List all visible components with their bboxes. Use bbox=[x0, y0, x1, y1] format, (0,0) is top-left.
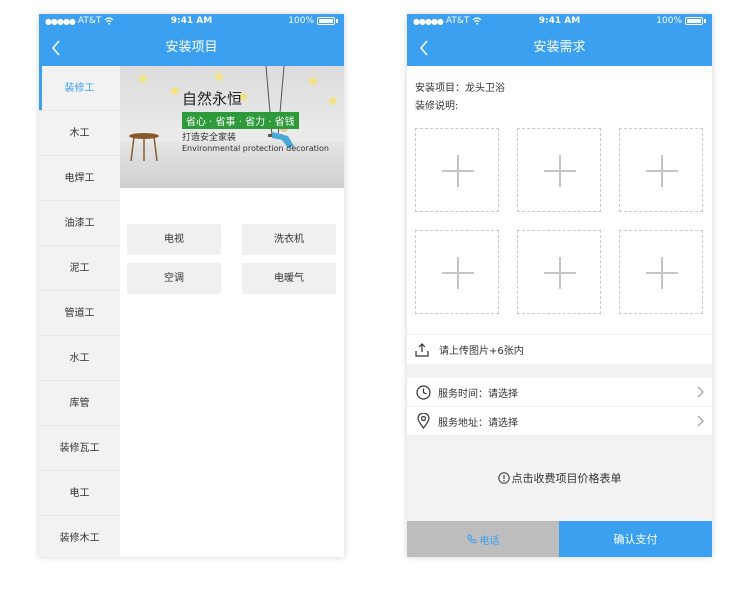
photo-slot[interactable] bbox=[517, 230, 601, 314]
swinging-man-illustration bbox=[265, 66, 294, 148]
page-title: 安装项目 bbox=[165, 40, 218, 55]
service-address-label: 服务地址：请选择 bbox=[438, 417, 518, 429]
chevron-right-icon bbox=[697, 415, 704, 427]
service-time-label: 服务时间：请选择 bbox=[438, 388, 518, 400]
clock-icon bbox=[415, 384, 431, 400]
sidebar-item[interactable]: 木工 bbox=[39, 111, 120, 156]
banner-tagline: 省心 · 省事 · 省力 · 省钱 bbox=[182, 112, 299, 129]
bulb-icon bbox=[172, 88, 178, 94]
sidebar-item[interactable]: 装修瓦工 bbox=[39, 426, 120, 471]
phone-icon bbox=[467, 534, 476, 544]
plus-icon bbox=[544, 155, 576, 187]
phone-button[interactable]: 电话 bbox=[407, 521, 559, 557]
photo-slot[interactable] bbox=[415, 128, 499, 212]
banner-title: 自然永恒 bbox=[182, 90, 243, 108]
sidebar-item[interactable]: 管道工 bbox=[39, 291, 120, 336]
phone-button-label: 电话 bbox=[479, 535, 500, 547]
photo-slot[interactable] bbox=[619, 128, 703, 212]
sidebar-item[interactable]: 电工 bbox=[39, 471, 120, 516]
service-address-row[interactable]: 服务地址：请选择 bbox=[407, 407, 712, 436]
note-label: 装修说明: bbox=[415, 101, 459, 112]
bulb-icon bbox=[330, 98, 336, 104]
status-bar: ●●●●● AT&T 9:41 AM 100% bbox=[39, 14, 344, 30]
location-pin-icon bbox=[416, 413, 430, 429]
bulb-icon bbox=[216, 74, 222, 80]
chevron-right-icon bbox=[697, 386, 704, 398]
sidebar-item[interactable]: 电焊工 bbox=[39, 156, 120, 201]
upload-icon bbox=[415, 342, 429, 357]
sidebar-item[interactable]: 水工 bbox=[39, 336, 120, 381]
plus-icon bbox=[646, 257, 678, 289]
category-grid: 电视 洗衣机 空调 电暖气 bbox=[127, 224, 336, 294]
photo-slot[interactable] bbox=[517, 128, 601, 212]
request-info: 安装项目：龙头卫浴 装修说明: bbox=[407, 66, 712, 334]
status-bar: ●●●●● AT&T 9:41 AM 100% bbox=[407, 14, 712, 30]
request-form: 安装项目：龙头卫浴 装修说明: 请上传图片+6张内 服务时间：请选择 服务地址：… bbox=[407, 66, 712, 557]
category-button[interactable]: 空调 bbox=[127, 263, 221, 294]
bulb-icon bbox=[310, 78, 316, 84]
price-list-link[interactable]: 点击收费项目价格表单 bbox=[407, 436, 712, 520]
sidebar-item[interactable]: 油漆工 bbox=[39, 201, 120, 246]
plus-icon bbox=[646, 155, 678, 187]
table-illustration bbox=[129, 133, 159, 162]
banner-subtitle: 打造安全家装 bbox=[182, 133, 237, 143]
category-button[interactable]: 电视 bbox=[127, 224, 221, 255]
battery-icon bbox=[317, 17, 335, 25]
bulb-icon bbox=[140, 76, 146, 82]
info-circle-icon bbox=[497, 472, 510, 484]
battery-percent: 100% bbox=[656, 16, 682, 26]
battery-icon bbox=[685, 17, 703, 25]
plus-icon bbox=[544, 257, 576, 289]
sidebar-item[interactable]: 泥工 bbox=[39, 246, 120, 291]
category-button[interactable]: 电暖气 bbox=[242, 263, 336, 294]
sidebar-item[interactable]: 库管 bbox=[39, 381, 120, 426]
photo-slot[interactable] bbox=[619, 230, 703, 314]
plus-icon bbox=[442, 257, 474, 289]
confirm-pay-button[interactable]: 确认支付 bbox=[559, 521, 712, 557]
photo-grid bbox=[415, 128, 704, 314]
bottom-action-bar: 电话 确认支付 bbox=[407, 521, 712, 557]
project-line: 安装项目：龙头卫浴 bbox=[415, 83, 505, 94]
promo-banner[interactable]: 自然永恒 省心 · 省事 · 省力 · 省钱 打造安全家装 Environmen… bbox=[120, 66, 344, 188]
upload-text: 请上传图片+6张内 bbox=[439, 346, 524, 357]
banner-english: Environmental protection decoration bbox=[182, 144, 329, 153]
phone-screen-install-items: ●●●●● AT&T 9:41 AM 100% 安装项目 装修工 木工 电焊工 … bbox=[39, 14, 344, 557]
price-list-text: 点击收费项目价格表单 bbox=[511, 472, 622, 485]
category-content: 自然永恒 省心 · 省事 · 省力 · 省钱 打造安全家装 Environmen… bbox=[120, 66, 344, 557]
nav-bar: 安装需求 bbox=[407, 30, 712, 66]
service-time-row[interactable]: 服务时间：请选择 bbox=[407, 378, 712, 407]
page-title: 安装需求 bbox=[533, 40, 586, 55]
sidebar-item[interactable]: 装修工 bbox=[39, 66, 120, 111]
nav-bar: 安装项目 bbox=[39, 30, 344, 66]
phone-screen-install-request: ●●●●● AT&T 9:41 AM 100% 安装需求 安装项目：龙头卫浴 装… bbox=[407, 14, 712, 557]
battery-percent: 100% bbox=[288, 16, 314, 26]
category-sidebar: 装修工 木工 电焊工 油漆工 泥工 管道工 水工 库管 装修瓦工 电工 装修木工 bbox=[39, 66, 120, 557]
plus-icon bbox=[442, 155, 474, 187]
upload-row[interactable]: 请上传图片+6张内 bbox=[407, 334, 712, 364]
category-button[interactable]: 洗衣机 bbox=[242, 224, 336, 255]
sidebar-item[interactable]: 装修木工 bbox=[39, 516, 120, 557]
photo-slot[interactable] bbox=[415, 230, 499, 314]
